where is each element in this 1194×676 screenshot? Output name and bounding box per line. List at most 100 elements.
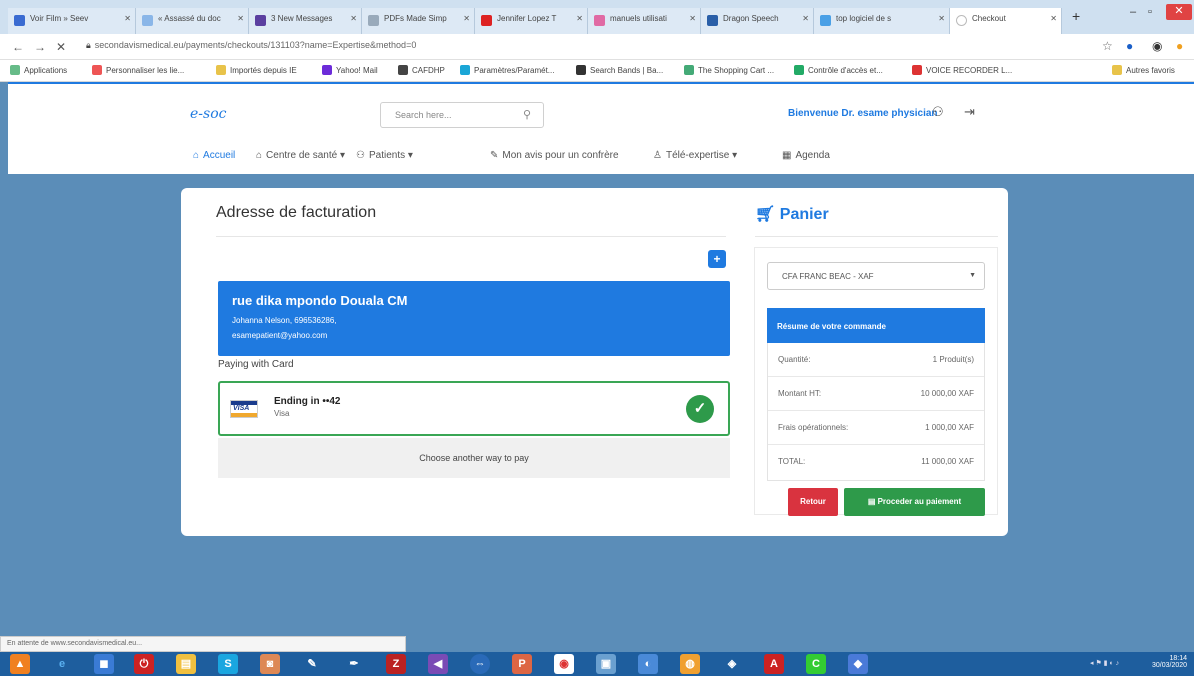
clock[interactable]: 18:14 30/03/2020 — [1152, 655, 1187, 669]
close-icon[interactable]: ✕ — [938, 14, 945, 23]
pen-icon[interactable]: ✒ — [344, 654, 364, 674]
bookmark[interactable]: Autres favoris — [1112, 65, 1175, 75]
currency-select[interactable]: CFA FRANC BEAC - XAF ▼ — [767, 262, 985, 290]
nav-patients[interactable]: ⚇ Patients ▾ — [356, 150, 413, 161]
paying-label: Paying with Card — [218, 359, 294, 370]
pay-button[interactable]: ▤ Proceder au paiement — [844, 488, 985, 516]
person-icon: ♙ — [653, 150, 662, 161]
summary-key: Quantité: — [778, 355, 811, 364]
logout-icon[interactable]: ⇥ — [964, 104, 975, 120]
stop-icon[interactable]: ✕ — [56, 40, 66, 54]
choose-payment-button[interactable]: Choose another way to pay — [218, 438, 730, 478]
bookmark[interactable]: Applications — [10, 65, 67, 75]
browser-tab[interactable]: top logiciel de s ✕ — [814, 8, 950, 34]
vlc-icon[interactable]: ▲ — [10, 654, 30, 674]
app-icon[interactable]: ◈ — [722, 654, 742, 674]
browser-tab[interactable]: Dragon Speech ✕ — [701, 8, 814, 34]
close-icon[interactable]: ✕ — [237, 14, 244, 23]
paint-icon[interactable]: ✎ — [302, 654, 322, 674]
nav-centre-sante[interactable]: ⌂ Centre de santé ▾ — [256, 150, 345, 161]
payment-card-option[interactable]: VISA Ending in ••42 Visa ✓ — [218, 381, 730, 436]
skype-icon[interactable]: S — [218, 654, 238, 674]
bookmark-icon — [794, 65, 804, 75]
pay-label: Proceder au paiement — [877, 497, 962, 506]
bookmark-label: Paramètres/Paramét... — [474, 66, 555, 75]
bookmark[interactable]: Contrôle d'accès et... — [794, 65, 883, 75]
browser-tab[interactable]: « Assassé du doc ✕ — [136, 8, 249, 34]
close-window-icon[interactable]: ✕ — [1166, 4, 1192, 20]
bookmark[interactable]: Paramètres/Paramét... — [460, 65, 554, 75]
nav-agenda[interactable]: ▦ Agenda — [782, 150, 830, 161]
bookmark-label: Yahoo! Mail — [336, 66, 378, 75]
maximize-icon[interactable]: ▫ — [1148, 6, 1152, 18]
browser-tab[interactable]: PDFs Made Simp ✕ — [362, 8, 475, 34]
star-icon[interactable]: ☆ — [1102, 39, 1113, 53]
app-icon[interactable]: ◐ — [638, 654, 658, 674]
system-tray[interactable]: ◂ ⚑ ▮ ◐ ♪ — [1090, 659, 1119, 667]
browser-tab[interactable]: Jennifer Lopez T ✕ — [475, 8, 588, 34]
address-card[interactable]: rue dika mpondo Douala CM Johanna Nelson… — [218, 281, 730, 356]
card-ending: Ending in ••42 — [274, 396, 341, 407]
bookmarks-bar: Applications Personnaliser les lie... Im… — [0, 60, 1194, 82]
filezilla-icon[interactable]: Z — [386, 654, 406, 674]
minimize-icon[interactable]: – — [1130, 6, 1136, 18]
app-icon[interactable]: P — [512, 654, 532, 674]
browser-tab[interactable]: Voir Film » Seev ✕ — [8, 8, 136, 34]
bookmark[interactable]: Personnaliser les lie... — [92, 65, 184, 75]
vpn-icon[interactable]: ◆ — [848, 654, 868, 674]
user-icon[interactable]: ⚇ — [932, 104, 944, 120]
url-field[interactable]: 🔒︎ secondavismedical.eu/payments/checkout… — [86, 40, 416, 51]
tab-favicon-icon — [14, 15, 25, 26]
close-icon[interactable]: ✕ — [463, 14, 470, 23]
browser-tab[interactable]: manuels utilisati ✕ — [588, 8, 701, 34]
app-icon[interactable]: ▣ — [596, 654, 616, 674]
nav-label: Mon avis pour un confrère — [502, 150, 619, 161]
browser-tab[interactable]: 3 New Messages ✕ — [249, 8, 362, 34]
app-icon[interactable]: C — [806, 654, 826, 674]
nav-mon-avis[interactable]: ✎ Mon avis pour un confrère — [490, 150, 619, 161]
close-icon[interactable]: ✕ — [124, 14, 131, 23]
close-icon[interactable]: ✕ — [1050, 14, 1057, 23]
new-tab-button[interactable]: + — [1072, 8, 1080, 24]
visual-studio-icon[interactable]: ◀ — [428, 654, 448, 674]
app-icon[interactable]: ◼ — [94, 654, 114, 674]
bookmark[interactable]: CAFDHP — [398, 65, 445, 75]
nav-accueil[interactable]: ⌂ Accueil — [193, 150, 235, 161]
acrobat-icon[interactable]: A — [764, 654, 784, 674]
summary-row: Quantité: 1 Produit(s) — [768, 343, 984, 377]
welcome-text: Bienvenue Dr. esame physician — [788, 108, 938, 119]
clock-time: 18:14 — [1169, 655, 1188, 662]
bookmark[interactable]: VOICE RECORDER L... — [912, 65, 1012, 75]
back-icon[interactable]: ← — [12, 40, 24, 54]
forward-icon[interactable]: → — [34, 40, 46, 54]
power-icon[interactable]: ⏻ — [134, 654, 154, 674]
search-placeholder: Search here... — [395, 110, 452, 120]
ie-icon[interactable]: e — [52, 654, 72, 674]
firefox-icon[interactable]: ◍ — [680, 654, 700, 674]
bookmark[interactable]: The Shopping Cart ... — [684, 65, 774, 75]
close-icon[interactable]: ✕ — [802, 14, 809, 23]
app-icon[interactable]: ◙ — [260, 654, 280, 674]
cart-sidebar: CFA FRANC BEAC - XAF ▼ Résume de votre c… — [754, 247, 998, 516]
tab-label: PDFs Made Simp — [384, 14, 447, 23]
add-address-button[interactable]: + — [708, 250, 726, 268]
extension-icon[interactable]: ● — [1176, 39, 1183, 53]
close-icon[interactable]: ✕ — [350, 14, 357, 23]
currency-value: CFA FRANC BEAC - XAF — [782, 272, 874, 281]
bookmark[interactable]: Yahoo! Mail — [322, 65, 378, 75]
browser-tab-active[interactable]: Checkout ✕ — [950, 8, 1062, 34]
close-icon[interactable]: ✕ — [689, 14, 696, 23]
retour-button[interactable]: Retour — [788, 488, 838, 516]
site-logo[interactable]: e-soc — [190, 106, 226, 122]
teamviewer-icon[interactable]: ⇔ — [470, 654, 490, 674]
chrome-icon[interactable]: ◉ — [554, 654, 574, 674]
explorer-icon[interactable]: ▤ — [176, 654, 196, 674]
search-input[interactable]: Search here... ⚲ — [380, 102, 544, 128]
bookmark[interactable]: Importés depuis IE — [216, 65, 297, 75]
bookmark-label: Search Bands | Ba... — [590, 66, 664, 75]
nav-tele-expertise[interactable]: ♙ Télé-expertise ▾ — [653, 150, 737, 161]
bookmark[interactable]: Search Bands | Ba... — [576, 65, 663, 75]
profile-icon[interactable]: ◉ — [1152, 39, 1162, 53]
close-icon[interactable]: ✕ — [576, 14, 583, 23]
extension-icon[interactable]: ● — [1126, 39, 1133, 53]
